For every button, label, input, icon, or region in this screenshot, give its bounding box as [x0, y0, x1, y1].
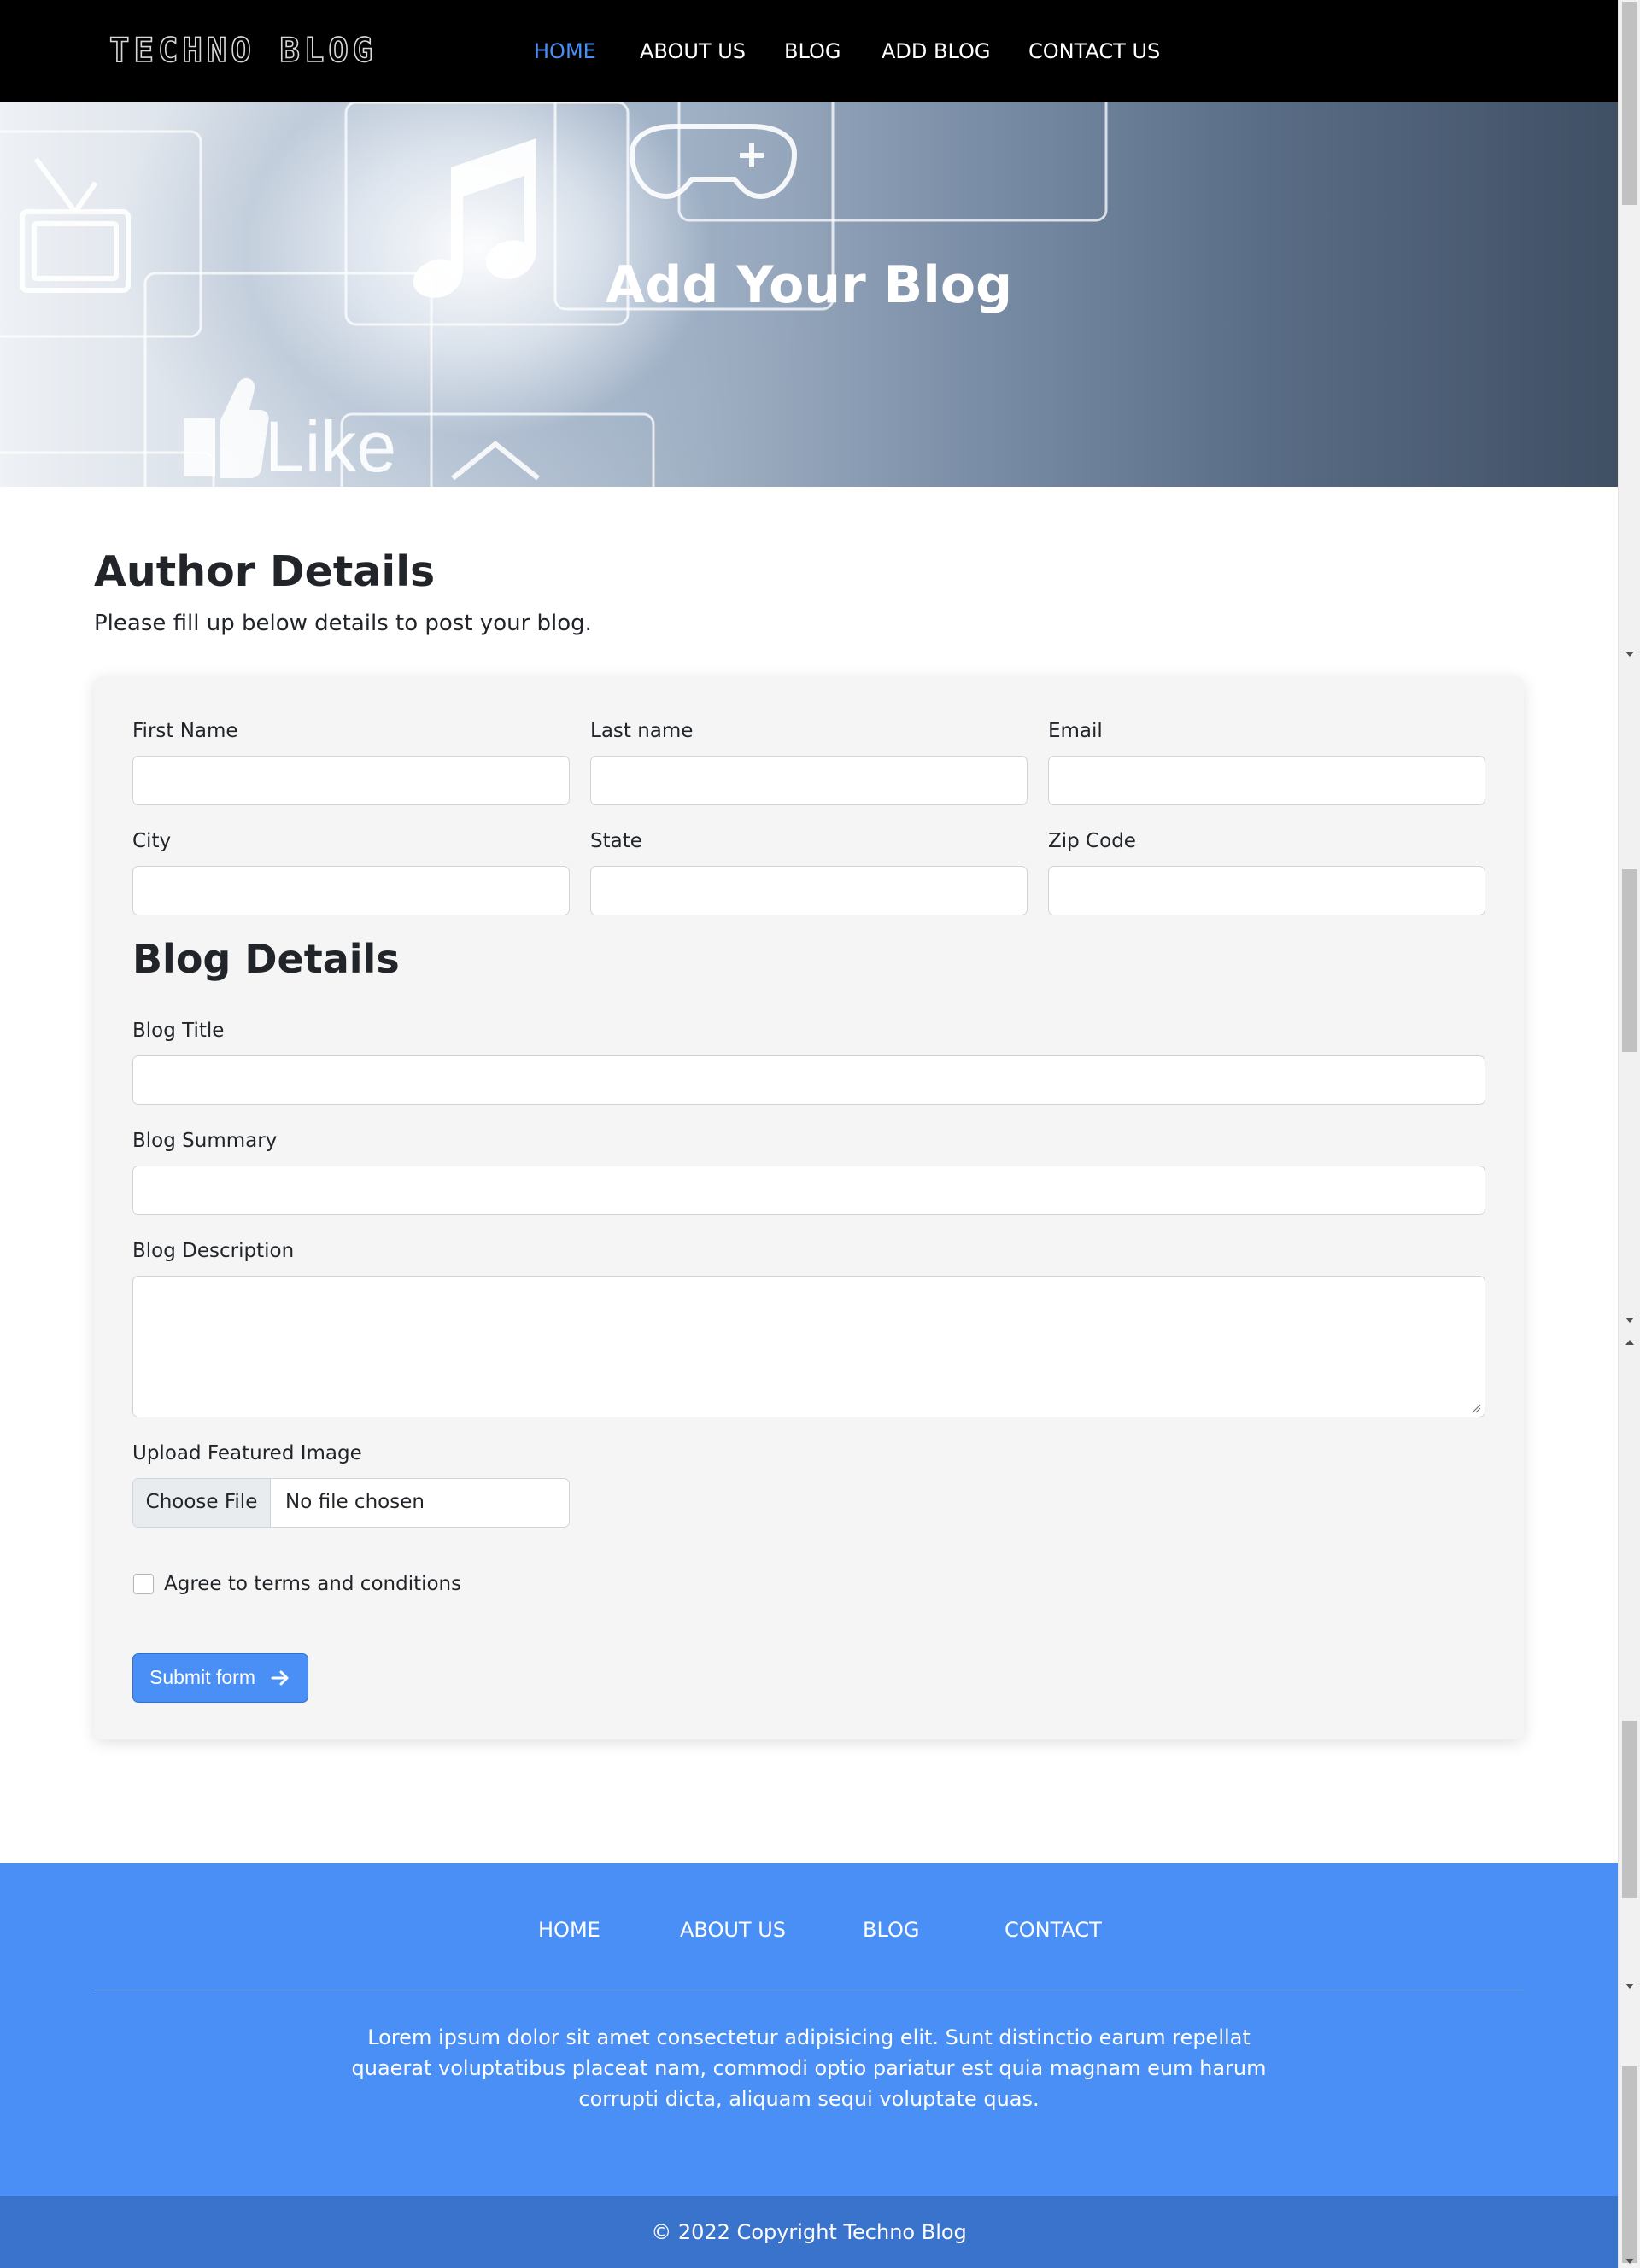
home-icon [451, 441, 540, 481]
last-name-input[interactable] [590, 756, 1028, 805]
nav-link-add-blog[interactable]: ADD BLOG [882, 36, 990, 67]
scroll-down-arrow-icon[interactable] [1625, 1984, 1634, 1989]
blog-title-input[interactable] [132, 1055, 1485, 1105]
scrollbar-thumb-4[interactable] [1622, 2066, 1637, 2263]
submit-form-label: Submit form [149, 1666, 255, 1688]
footer-link-about-us[interactable]: ABOUT US [680, 1914, 786, 1945]
zip-code-label: Zip Code [1048, 830, 1136, 852]
agree-terms-label[interactable]: Agree to terms and conditions [164, 1570, 461, 1598]
submit-form-button[interactable]: Submit form [132, 1653, 308, 1703]
footer-description: Lorem ipsum dolor sit amet consectetur a… [351, 2025, 1267, 2111]
blog-description-label: Blog Description [132, 1240, 295, 1262]
nav-link-contact-us[interactable]: CONTACT US [1028, 36, 1160, 67]
agree-terms-checkbox[interactable] [133, 1574, 154, 1594]
blog-title-label: Blog Title [132, 1020, 225, 1042]
navbar: TECHNO BLOG HOME ABOUT US BLOG ADD BLOG … [0, 0, 1618, 102]
upload-image-label: Upload Featured Image [132, 1442, 362, 1464]
scroll-up-arrow-icon[interactable] [1625, 1340, 1634, 1345]
hero-title: Add Your Blog [605, 255, 1013, 315]
footer: HOME ABOUT US BLOG CONTACT Lorem ipsum d… [0, 1863, 1618, 2196]
footer-link-contact[interactable]: CONTACT [1004, 1914, 1102, 1945]
nav-link-about-us[interactable]: ABOUT US [640, 36, 746, 67]
author-details-subtitle: Please fill up below details to post you… [94, 611, 592, 636]
nav-link-home[interactable]: HOME [534, 36, 596, 67]
city-label: City [132, 830, 172, 852]
blog-description-textarea[interactable] [132, 1276, 1485, 1418]
blog-summary-input[interactable] [132, 1166, 1485, 1215]
nav-link-blog[interactable]: BLOG [784, 36, 840, 67]
footer-link-home[interactable]: HOME [538, 1914, 600, 1945]
site-logo[interactable]: TECHNO BLOG [108, 31, 377, 72]
footer-link-blog[interactable]: BLOG [863, 1914, 919, 1945]
file-status-text: No file chosen [285, 1491, 425, 1513]
like-text: Like [265, 406, 396, 487]
city-input[interactable] [132, 866, 570, 915]
email-input[interactable] [1048, 756, 1485, 805]
choose-file-button[interactable]: Choose File [133, 1479, 271, 1527]
state-label: State [590, 830, 642, 852]
last-name-label: Last name [590, 720, 694, 742]
email-label: Email [1048, 720, 1103, 742]
scroll-down-arrow-icon[interactable] [1625, 2259, 1634, 2264]
scroll-down-arrow-icon[interactable] [1625, 1318, 1634, 1323]
author-details-heading: Author Details [94, 547, 436, 596]
scrollbar-thumb-2[interactable] [1622, 869, 1637, 1052]
copyright-bar: © 2022 Copyright Techno Blog [0, 2196, 1618, 2268]
blog-details-heading: Blog Details [132, 936, 400, 982]
featured-image-file-input[interactable]: Choose File No file chosen [132, 1478, 570, 1528]
page-scrollbar[interactable] [1618, 0, 1640, 2268]
first-name-input[interactable] [132, 756, 570, 805]
state-input[interactable] [590, 866, 1028, 915]
blog-summary-label: Blog Summary [132, 1130, 278, 1152]
first-name-label: First Name [132, 720, 238, 742]
arrow-right-icon [271, 1670, 289, 1686]
like-thumb-icon [184, 377, 269, 478]
gamepad-icon [629, 124, 798, 200]
resize-grip-icon[interactable] [1471, 1403, 1481, 1413]
zip-code-input[interactable] [1048, 866, 1485, 915]
scroll-down-arrow-icon[interactable] [1625, 652, 1634, 657]
hero-banner: Like Add Your Blog [0, 102, 1618, 487]
copyright-text: © 2022 Copyright Techno Blog [651, 2220, 967, 2244]
scrollbar-thumb-1[interactable] [1622, 2, 1637, 205]
scrollbar-thumb-3[interactable] [1622, 1721, 1637, 1898]
